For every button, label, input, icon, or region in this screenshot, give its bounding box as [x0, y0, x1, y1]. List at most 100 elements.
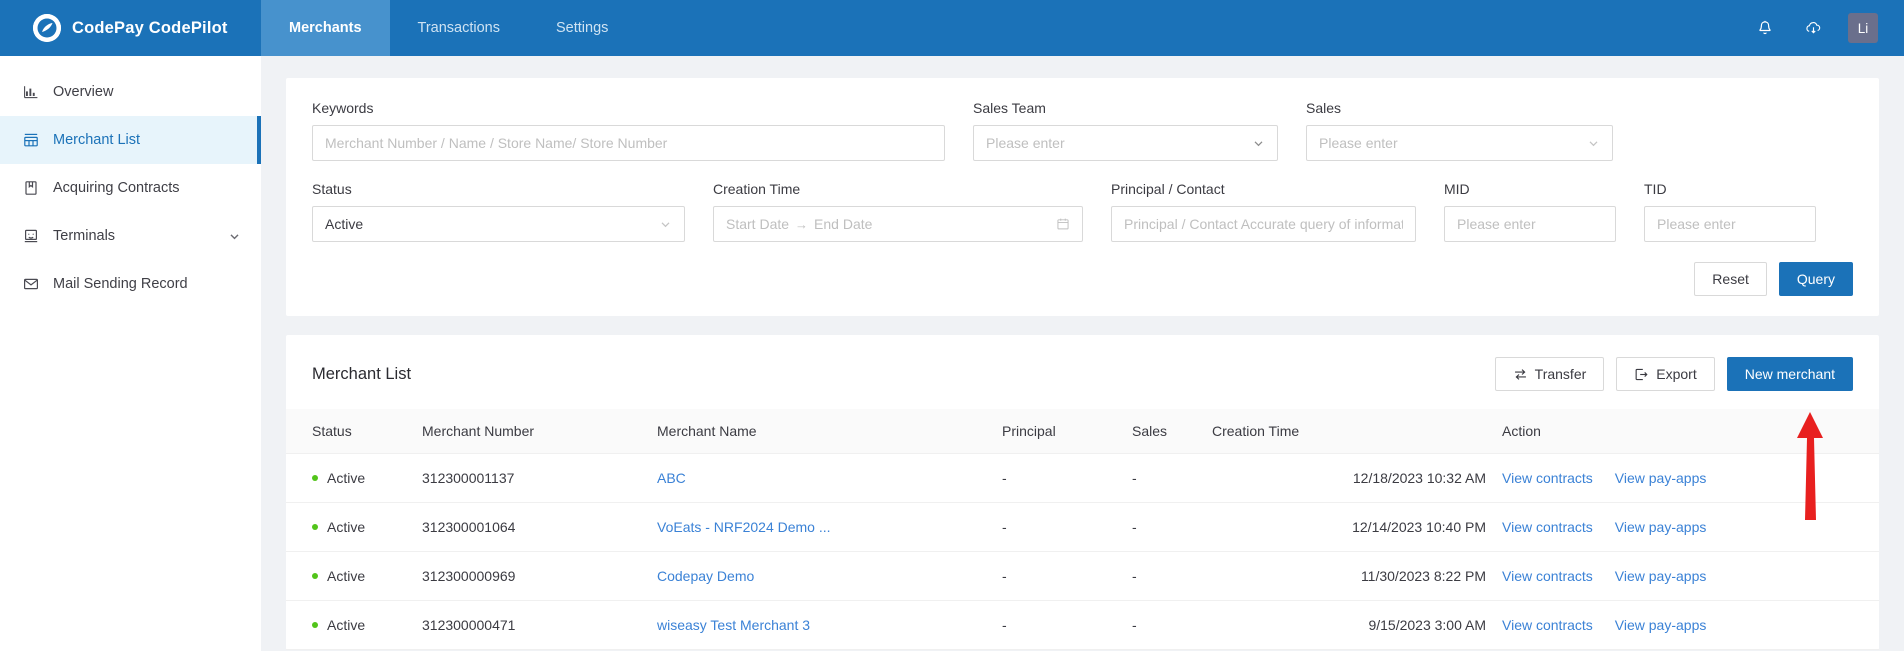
- sidebar-item-acquiring-contracts[interactable]: Acquiring Contracts: [0, 164, 261, 212]
- table-row[interactable]: Active 312300001064 VoEats - NRF2024 Dem…: [286, 502, 1879, 552]
- brand-name: CodePay CodePilot: [72, 18, 228, 37]
- merchant-list-header: Merchant List Transfer Export New mercha…: [286, 335, 1879, 409]
- view-pay-apps-link[interactable]: View pay-apps: [1615, 519, 1707, 535]
- new-merchant-button[interactable]: New merchant: [1726, 357, 1853, 391]
- sidebar-item-terminals[interactable]: Terminals: [0, 212, 261, 260]
- sidebar-item-label: Acquiring Contracts: [53, 180, 180, 196]
- tid-input[interactable]: Please enter: [1644, 206, 1816, 242]
- sales-select[interactable]: Please enter: [1306, 125, 1613, 161]
- chevron-down-icon: [1252, 137, 1265, 150]
- range-arrow-icon: →: [795, 216, 809, 232]
- creation-time-range-picker[interactable]: Start Date → End Date: [713, 206, 1083, 242]
- status-select[interactable]: Active: [312, 206, 685, 242]
- merchant-name-link[interactable]: wiseasy Test Merchant 3: [657, 617, 810, 633]
- cell-creation-time: 9/15/2023 3:00 AM: [1204, 600, 1494, 650]
- top-spacer: [636, 0, 1752, 56]
- sidebar-item-overview[interactable]: Overview: [0, 68, 261, 116]
- merchant-name-link[interactable]: VoEats - NRF2024 Demo ...: [657, 519, 831, 535]
- sidebar-item-label: Mail Sending Record: [53, 276, 188, 292]
- field-keywords: Keywords Merchant Number / Name / Store …: [312, 100, 945, 161]
- speedometer-logo-icon: [33, 14, 61, 42]
- table-row[interactable]: Active 312300001137 ABC - - 12/18/2023 1…: [286, 453, 1879, 503]
- transfer-button[interactable]: Transfer: [1494, 357, 1605, 391]
- table-header-row: Status Merchant Number Merchant Name Pri…: [286, 409, 1879, 454]
- column-header-merchant-number[interactable]: Merchant Number: [414, 409, 649, 454]
- sidebar-item-mail-sending-record[interactable]: Mail Sending Record: [0, 260, 261, 308]
- chevron-down-icon: [1587, 137, 1600, 150]
- view-pay-apps-link[interactable]: View pay-apps: [1615, 568, 1707, 584]
- field-label: Sales Team: [973, 100, 1046, 116]
- view-contracts-link[interactable]: View contracts: [1502, 568, 1593, 584]
- cell-sales: -: [1124, 551, 1204, 601]
- bell-icon[interactable]: [1752, 15, 1778, 41]
- brand[interactable]: CodePay CodePilot: [0, 0, 261, 56]
- cell-status: Active: [286, 502, 414, 552]
- chevron-down-icon[interactable]: [228, 230, 241, 243]
- export-icon: [1634, 367, 1649, 382]
- field-tid: TID Please enter: [1644, 181, 1816, 242]
- view-pay-apps-link[interactable]: View pay-apps: [1615, 470, 1707, 486]
- reset-button[interactable]: Reset: [1694, 262, 1767, 296]
- export-label: Export: [1656, 366, 1697, 382]
- filter-panel: Keywords Merchant Number / Name / Store …: [286, 78, 1879, 316]
- cell-merchant-name: ABC: [649, 453, 994, 503]
- view-contracts-link[interactable]: View contracts: [1502, 470, 1593, 486]
- field-label: Keywords: [312, 100, 374, 116]
- cell-merchant-number: 312300000969: [414, 551, 649, 601]
- field-sales-team: Sales Team Please enter: [973, 100, 1278, 161]
- cell-merchant-name: Codepay Demo: [649, 551, 994, 601]
- list-toolbar: Transfer Export New merchant: [1494, 357, 1853, 391]
- merchant-name-link[interactable]: ABC: [657, 470, 686, 486]
- column-header-status[interactable]: Status: [286, 409, 414, 454]
- export-button[interactable]: Export: [1616, 357, 1715, 391]
- tab-transactions[interactable]: Transactions: [390, 0, 528, 56]
- start-date-placeholder: Start Date: [726, 216, 790, 232]
- table-row[interactable]: Active 312300000969 Codepay Demo - - 11/…: [286, 551, 1879, 601]
- column-header-principal[interactable]: Principal: [994, 409, 1124, 454]
- cell-merchant-number: 312300001064: [414, 502, 649, 552]
- cell-merchant-number: 312300000471: [414, 600, 649, 650]
- principal-contact-input[interactable]: Principal / Contact Accurate query of in…: [1111, 206, 1416, 242]
- view-contracts-link[interactable]: View contracts: [1502, 617, 1593, 633]
- status-dot-icon: [312, 475, 318, 482]
- view-pay-apps-link[interactable]: View pay-apps: [1615, 617, 1707, 633]
- sidebar-item-merchant-list[interactable]: Merchant List: [0, 116, 261, 164]
- view-contracts-link[interactable]: View contracts: [1502, 519, 1593, 535]
- query-button[interactable]: Query: [1778, 262, 1853, 296]
- column-header-creation-time[interactable]: Creation Time: [1204, 409, 1494, 454]
- cloud-download-icon[interactable]: [1800, 15, 1826, 41]
- sales-team-select[interactable]: Please enter: [973, 125, 1278, 161]
- keywords-placeholder: Merchant Number / Name / Store Name/ Sto…: [325, 135, 668, 151]
- cell-creation-time: 11/30/2023 8:22 PM: [1204, 551, 1494, 601]
- field-principal-contact: Principal / Contact Principal / Contact …: [1111, 181, 1416, 242]
- column-header-action[interactable]: Action: [1494, 409, 1879, 454]
- bar-chart-icon: [22, 84, 39, 101]
- tid-placeholder: Please enter: [1657, 216, 1736, 232]
- column-header-merchant-name[interactable]: Merchant Name: [649, 409, 994, 454]
- status-label: Active: [327, 617, 366, 633]
- chevron-down-icon: [659, 218, 672, 231]
- status-label: Active: [327, 519, 366, 535]
- cell-principal: -: [994, 502, 1124, 552]
- keywords-input[interactable]: Merchant Number / Name / Store Name/ Sto…: [312, 125, 945, 161]
- cell-principal: -: [994, 551, 1124, 601]
- terminal-device-icon: [22, 228, 39, 245]
- status-label: Active: [327, 568, 366, 584]
- mid-input[interactable]: Please enter: [1444, 206, 1616, 242]
- top-bar: CodePay CodePilot Merchants Transactions…: [0, 0, 1904, 56]
- tab-settings[interactable]: Settings: [528, 0, 636, 56]
- merchant-name-link[interactable]: Codepay Demo: [657, 568, 754, 584]
- avatar[interactable]: Li: [1848, 13, 1878, 43]
- tab-merchants[interactable]: Merchants: [261, 0, 390, 56]
- table-header: Status Merchant Number Merchant Name Pri…: [286, 409, 1879, 454]
- cell-merchant-name: VoEats - NRF2024 Demo ...: [649, 502, 994, 552]
- status-dot-icon: [312, 573, 318, 580]
- table-body: Active 312300001137 ABC - - 12/18/2023 1…: [286, 453, 1879, 650]
- field-label: Status: [312, 181, 352, 197]
- table-row[interactable]: Active 312300000471 wiseasy Test Merchan…: [286, 600, 1879, 650]
- cell-creation-time: 12/14/2023 10:40 PM: [1204, 502, 1494, 552]
- merchant-table: Status Merchant Number Merchant Name Pri…: [286, 409, 1879, 650]
- principal-placeholder: Principal / Contact Accurate query of in…: [1124, 216, 1403, 232]
- column-header-sales[interactable]: Sales: [1124, 409, 1204, 454]
- field-label: Sales: [1306, 100, 1342, 116]
